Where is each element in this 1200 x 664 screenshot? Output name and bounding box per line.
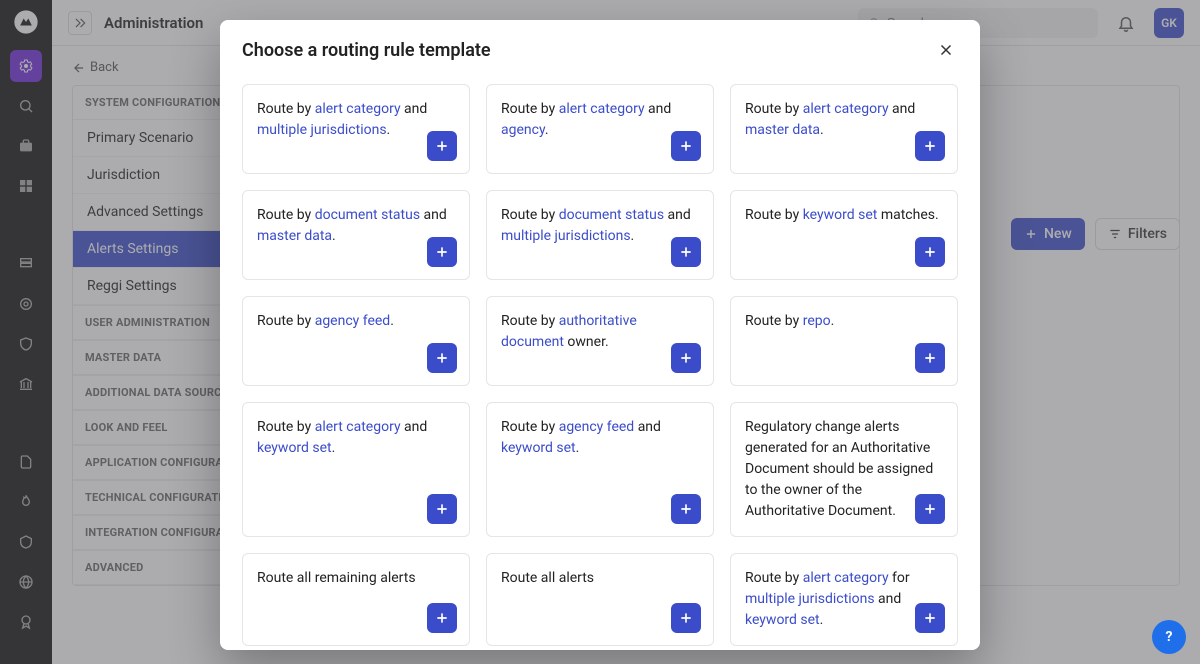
template-card[interactable]: Route all alerts xyxy=(486,553,714,646)
card-add-button[interactable] xyxy=(671,494,701,524)
card-text: Route by alert category and multiple jur… xyxy=(257,99,455,141)
card-text: Route by keyword set matches. xyxy=(745,205,943,226)
card-text: Route by authoritative document owner. xyxy=(501,311,699,353)
plus-icon xyxy=(678,138,694,154)
template-modal: Choose a routing rule template Route by … xyxy=(220,20,980,650)
template-card[interactable]: Route by agency feed and keyword set. xyxy=(486,402,714,537)
plus-icon xyxy=(922,350,938,366)
modal-header: Choose a routing rule template xyxy=(220,20,980,80)
plus-icon xyxy=(678,501,694,517)
plus-icon xyxy=(434,501,450,517)
template-card[interactable]: Route by alert category and multiple jur… xyxy=(242,84,470,174)
plus-icon xyxy=(678,350,694,366)
card-add-button[interactable] xyxy=(427,131,457,161)
card-add-button[interactable] xyxy=(671,131,701,161)
template-card[interactable]: Route by authoritative document owner. xyxy=(486,296,714,386)
card-add-button[interactable] xyxy=(915,494,945,524)
template-card[interactable]: Route by keyword set matches. xyxy=(730,190,958,280)
card-text: Regulatory change alerts generated for a… xyxy=(745,417,943,522)
card-text: Route by alert category and keyword set. xyxy=(257,417,455,459)
card-add-button[interactable] xyxy=(915,237,945,267)
plus-icon xyxy=(434,244,450,260)
template-card[interactable]: Route by alert category for multiple jur… xyxy=(730,553,958,646)
card-text: Route all alerts xyxy=(501,568,699,589)
plus-icon xyxy=(434,350,450,366)
card-add-button[interactable] xyxy=(915,603,945,633)
modal-overlay[interactable]: Choose a routing rule template Route by … xyxy=(0,0,1200,664)
plus-icon xyxy=(922,138,938,154)
template-card[interactable]: Route by alert category and agency. xyxy=(486,84,714,174)
template-card[interactable]: Route all remaining alerts xyxy=(242,553,470,646)
modal-close-button[interactable] xyxy=(934,38,958,62)
card-text: Route by repo. xyxy=(745,311,943,332)
card-add-button[interactable] xyxy=(671,237,701,267)
plus-icon xyxy=(922,244,938,260)
template-card[interactable]: Route by document status and master data… xyxy=(242,190,470,280)
plus-icon xyxy=(678,610,694,626)
card-add-button[interactable] xyxy=(427,494,457,524)
template-card[interactable]: Route by repo. xyxy=(730,296,958,386)
card-text: Route by alert category and agency. xyxy=(501,99,699,141)
card-text: Route by alert category for multiple jur… xyxy=(745,568,943,631)
plus-icon xyxy=(678,244,694,260)
template-card[interactable]: Route by agency feed. xyxy=(242,296,470,386)
close-icon xyxy=(937,41,955,59)
template-card[interactable]: Route by document status and multiple ju… xyxy=(486,190,714,280)
modal-body: Route by alert category and multiple jur… xyxy=(220,80,980,650)
plus-icon xyxy=(922,501,938,517)
template-card[interactable]: Route by alert category and master data. xyxy=(730,84,958,174)
template-grid: Route by alert category and multiple jur… xyxy=(242,84,958,646)
card-text: Route by agency feed. xyxy=(257,311,455,332)
plus-icon xyxy=(434,610,450,626)
card-add-button[interactable] xyxy=(671,603,701,633)
card-add-button[interactable] xyxy=(427,343,457,373)
template-card[interactable]: Regulatory change alerts generated for a… xyxy=(730,402,958,537)
card-add-button[interactable] xyxy=(915,343,945,373)
card-add-button[interactable] xyxy=(671,343,701,373)
card-text: Route by agency feed and keyword set. xyxy=(501,417,699,459)
card-text: Route by document status and master data… xyxy=(257,205,455,247)
card-add-button[interactable] xyxy=(427,603,457,633)
plus-icon xyxy=(434,138,450,154)
template-card[interactable]: Route by alert category and keyword set. xyxy=(242,402,470,537)
plus-icon xyxy=(922,610,938,626)
card-text: Route by alert category and master data. xyxy=(745,99,943,141)
card-add-button[interactable] xyxy=(915,131,945,161)
help-button[interactable]: ? xyxy=(1152,620,1186,654)
modal-title: Choose a routing rule template xyxy=(242,40,491,61)
card-add-button[interactable] xyxy=(427,237,457,267)
card-text: Route by document status and multiple ju… xyxy=(501,205,699,247)
card-text: Route all remaining alerts xyxy=(257,568,455,589)
